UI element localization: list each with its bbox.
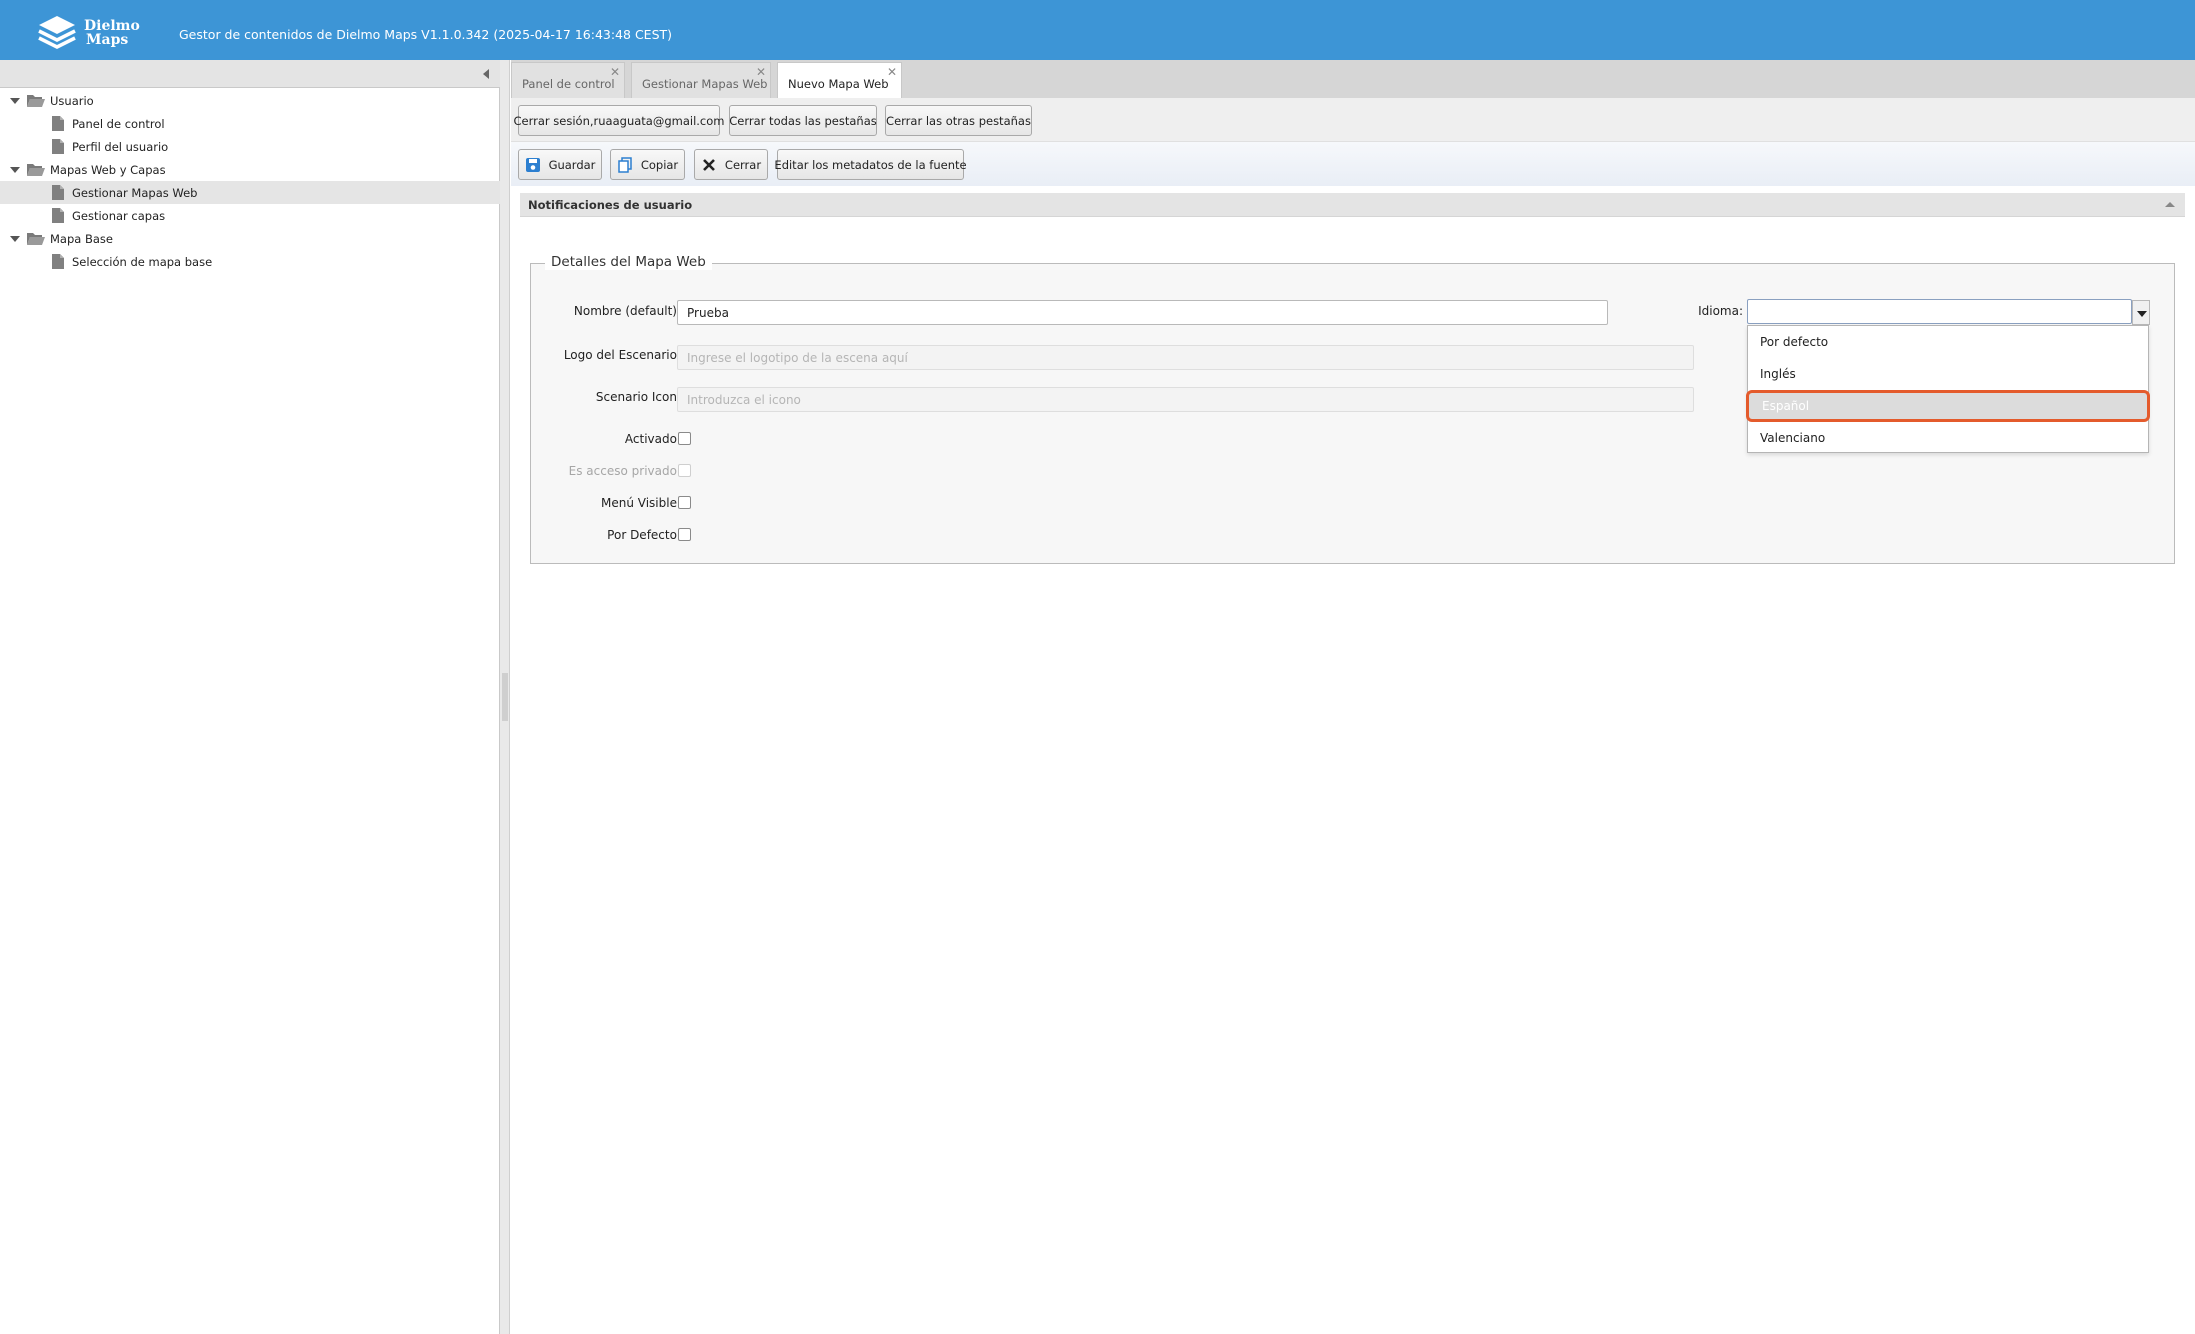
scenario-icon-input[interactable]: Introduzca el icono (677, 387, 1694, 412)
tree-label: Mapas Web y Capas (50, 162, 166, 177)
expand-toggle-icon[interactable] (10, 167, 20, 173)
logo-text-line2: Maps (86, 32, 129, 48)
folder-open-icon (27, 164, 45, 176)
language-option-valenciano[interactable]: Valenciano (1748, 422, 2148, 454)
close-other-tabs-button[interactable]: Cerrar las otras pestañas (885, 105, 1032, 136)
save-button-label: Guardar (548, 157, 596, 172)
default-checkbox[interactable] (678, 528, 691, 541)
tab-bar: Panel de control ✕ Gestionar Mapas Web ✕… (511, 60, 2195, 99)
document-icon (52, 208, 64, 223)
action-toolbar: Guardar Copiar Cerrar Editar los metadat… (511, 142, 2195, 186)
tab-nuevo-mapa-web[interactable]: Nuevo Mapa Web ✕ (777, 62, 902, 99)
document-icon (52, 254, 64, 269)
session-toolbar: Cerrar sesión,ruaaguata@gmail.com Cerrar… (511, 98, 2195, 142)
default-label: Por Defecto: (607, 528, 681, 542)
collapse-up-icon[interactable] (2165, 202, 2175, 207)
tab-panel-de-control[interactable]: Panel de control ✕ (511, 62, 625, 98)
expand-toggle-icon[interactable] (10, 236, 20, 242)
document-icon (52, 139, 64, 154)
navigation-panel-header (0, 60, 500, 88)
save-button[interactable]: Guardar (518, 149, 602, 180)
notifications-panel-header[interactable]: Notificaciones de usuario (520, 193, 2185, 217)
folder-open-icon (27, 95, 45, 107)
language-combo-input[interactable] (1747, 299, 2132, 324)
tree-folder-mapas-web-y-capas[interactable]: Mapas Web y Capas (0, 158, 500, 181)
navigation-panel: Usuario Panel de control Perfil del usua… (0, 60, 500, 1334)
tree-label: Gestionar capas (72, 208, 166, 223)
close-button[interactable]: Cerrar (694, 149, 768, 180)
close-button-label: Cerrar (724, 157, 762, 172)
logo-text-line1: Dielmo (84, 18, 140, 34)
name-label: Nombre (default): (573, 304, 681, 318)
dielmo-logo-icon (38, 16, 76, 49)
close-tab-icon[interactable]: ✕ (756, 65, 766, 79)
tree-label: Gestionar Mapas Web (72, 185, 198, 200)
copy-button[interactable]: Copiar (610, 149, 685, 180)
close-all-tabs-button[interactable]: Cerrar todas las pestañas (729, 105, 877, 136)
tab-label: Gestionar Mapas Web (642, 77, 768, 91)
tab-label: Nuevo Mapa Web (788, 77, 889, 91)
logout-button[interactable]: Cerrar sesión,ruaaguata@gmail.com (514, 105, 725, 136)
edit-metadata-button[interactable]: Editar los metadatos de la fuente (774, 149, 967, 180)
copy-button-label: Copiar (640, 157, 679, 172)
language-dropdown-list: Por defecto Inglés Español Valenciano (1746, 325, 2150, 454)
language-option-espanol[interactable]: Español (1746, 390, 2150, 422)
dropdown-arrow-icon[interactable] (2132, 300, 2150, 325)
document-icon (52, 116, 64, 131)
save-icon (525, 157, 540, 172)
tree-item-gestionar-capas[interactable]: Gestionar capas (0, 204, 500, 227)
tab-label: Panel de control (522, 77, 615, 91)
close-tab-icon[interactable]: ✕ (887, 65, 897, 79)
close-icon (703, 158, 715, 171)
tree-folder-mapa-base[interactable]: Mapa Base (0, 227, 500, 250)
tree-item-seleccion-de-mapa-base[interactable]: Selección de mapa base (0, 250, 500, 273)
activated-label: Activado: (624, 432, 681, 446)
tree-label: Panel de control (72, 116, 165, 131)
language-option-por-defecto[interactable]: Por defecto (1748, 326, 2148, 358)
app-title: Gestor de contenidos de Dielmo Maps V1.1… (179, 27, 673, 42)
logo-text: Dielmo Maps (84, 19, 140, 47)
fieldset-legend: Detalles del Mapa Web (545, 254, 712, 270)
activated-checkbox[interactable] (678, 432, 691, 445)
notifications-title: Notificaciones de usuario (528, 198, 693, 212)
expand-toggle-icon[interactable] (10, 98, 20, 104)
close-tab-icon[interactable]: ✕ (610, 65, 620, 79)
tree-item-panel-de-control[interactable]: Panel de control (0, 112, 500, 135)
collapse-panel-icon[interactable] (483, 69, 489, 79)
tree-label: Usuario (50, 93, 94, 108)
splitter-grip[interactable] (502, 673, 508, 721)
menu-visible-label: Menú Visible: (600, 496, 681, 510)
menu-visible-checkbox[interactable] (678, 496, 691, 509)
private-access-checkbox (678, 464, 691, 477)
tree-item-perfil-del-usuario[interactable]: Perfil del usuario (0, 135, 500, 158)
folder-open-icon (27, 233, 45, 245)
tree-label: Mapa Base (50, 231, 113, 246)
tree-label: Perfil del usuario (72, 139, 169, 154)
language-label: Idioma: (1698, 304, 1743, 318)
name-input[interactable]: Prueba (677, 300, 1608, 325)
logo-input[interactable]: Ingrese el logotipo de la escena aquí (677, 345, 1694, 370)
tree-item-gestionar-mapas-web[interactable]: Gestionar Mapas Web (0, 181, 500, 204)
tab-gestionar-mapas-web[interactable]: Gestionar Mapas Web ✕ (631, 62, 771, 98)
document-icon (52, 185, 64, 200)
panel-splitter[interactable] (500, 60, 510, 1334)
app-header: Dielmo Maps Gestor de contenidos de Diel… (0, 0, 2195, 60)
private-access-label: Es acceso privado: (568, 464, 681, 478)
copy-icon (618, 156, 632, 173)
tree-folder-usuario[interactable]: Usuario (0, 89, 500, 112)
navigation-tree: Usuario Panel de control Perfil del usua… (0, 89, 500, 273)
logo-label: Logo del Escenario: (563, 348, 681, 362)
tree-label: Selección de mapa base (72, 254, 213, 269)
language-option-ingles[interactable]: Inglés (1748, 358, 2148, 390)
scenario-icon-label: Scenario Icon: (595, 390, 681, 404)
